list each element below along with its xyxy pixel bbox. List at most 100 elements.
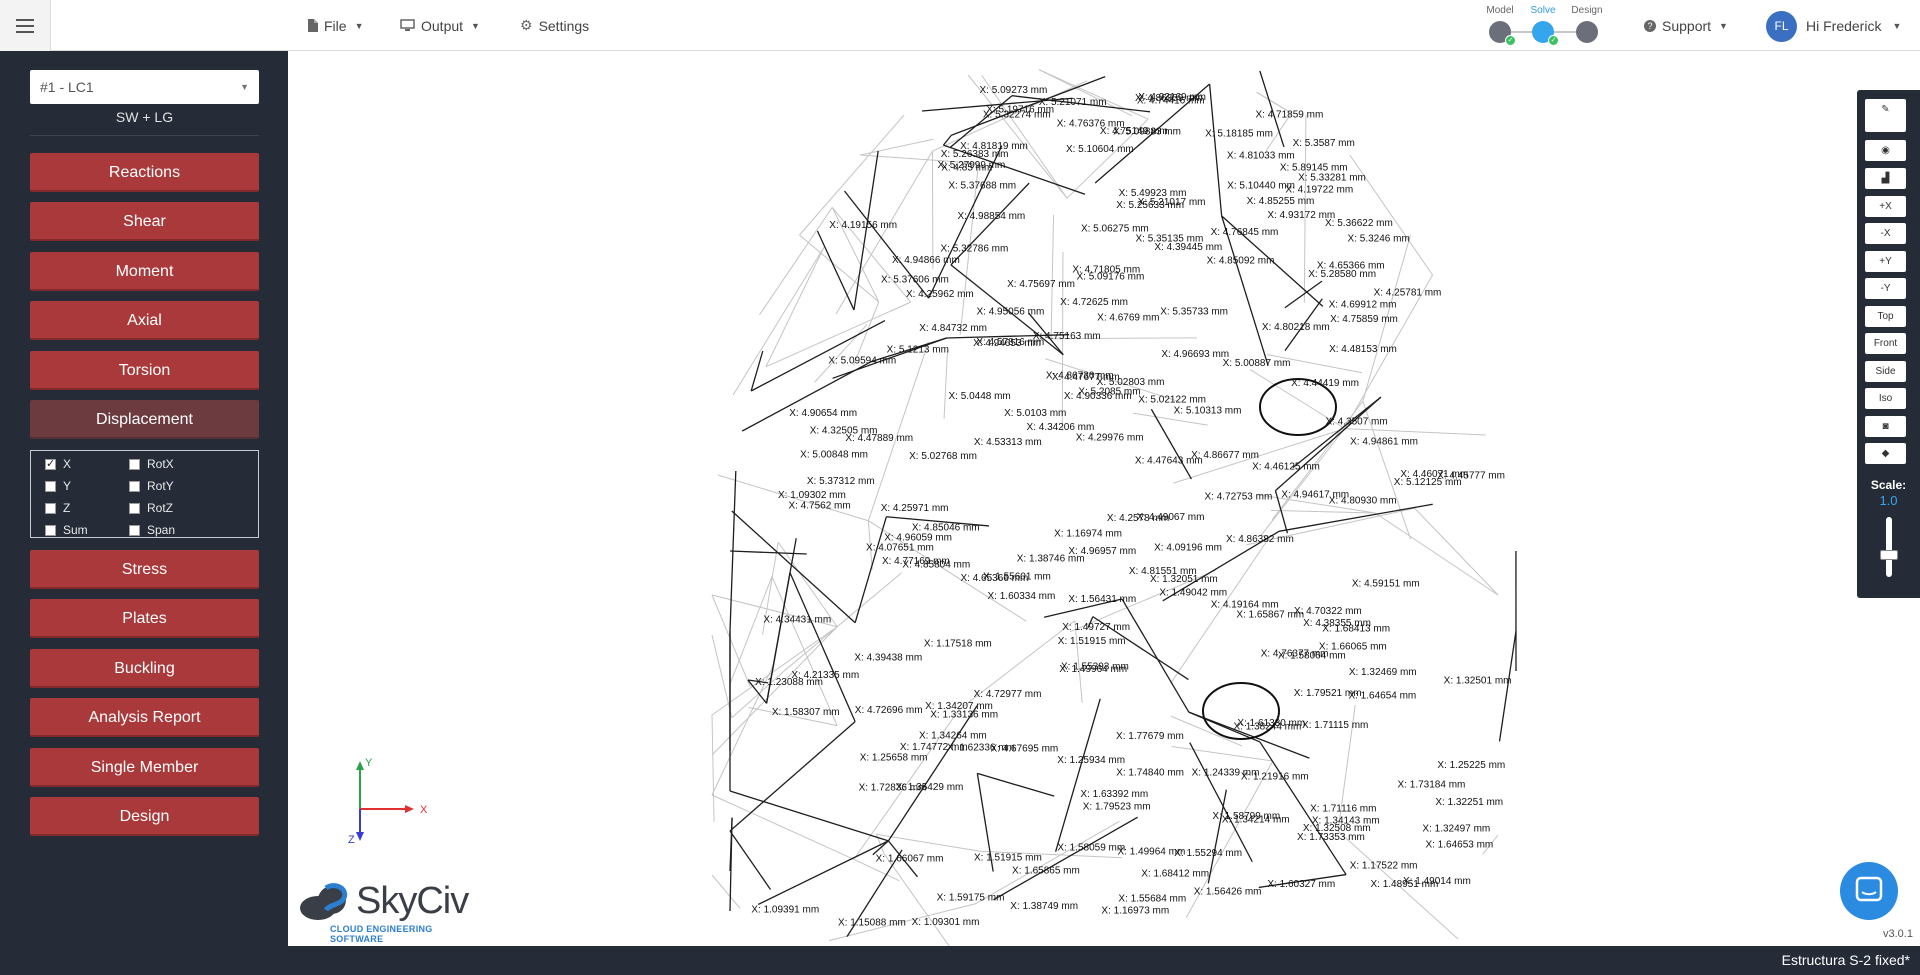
torsion-button[interactable]: Torsion — [30, 351, 259, 390]
member-line[interactable] — [854, 516, 888, 623]
member-line[interactable] — [741, 360, 872, 432]
displacement-label: X: 4.53313 mm — [974, 437, 1042, 448]
displacement-button[interactable]: Displacement — [30, 400, 259, 439]
member-line[interactable] — [1344, 428, 1486, 436]
member-line[interactable] — [765, 247, 825, 368]
checkbox-span[interactable]: Span — [129, 523, 175, 537]
stress-button[interactable]: Stress — [30, 550, 259, 589]
member-line[interactable] — [949, 95, 1013, 148]
checkbox-x[interactable]: X — [45, 457, 71, 471]
member-line[interactable] — [860, 138, 934, 156]
member-line[interactable] — [1207, 789, 1228, 884]
view-minus-x-button[interactable]: -X — [1865, 223, 1906, 244]
moment-button[interactable]: Moment — [30, 252, 259, 291]
structure-wireframe[interactable]: X: 5.09273 mmX: 4.93169 mmX: 4.86359 mmX… — [288, 51, 1920, 946]
member-line[interactable] — [711, 714, 715, 822]
member-line[interactable] — [1284, 280, 1323, 309]
member-line[interactable] — [1278, 503, 1433, 532]
member-line[interactable] — [931, 151, 934, 269]
view-front-button[interactable]: Front — [1865, 333, 1906, 354]
member-line[interactable] — [1414, 507, 1499, 596]
checkbox-z[interactable]: Z — [45, 501, 70, 515]
member-line[interactable] — [942, 134, 952, 146]
output-menu[interactable]: Output ▼ — [400, 0, 480, 51]
member-line[interactable] — [1208, 83, 1223, 216]
member-line[interactable] — [876, 833, 981, 852]
pencil-tool-button[interactable]: ✎ — [1865, 99, 1906, 132]
reactions-button[interactable]: Reactions — [30, 153, 259, 192]
hamburger-menu-icon[interactable] — [0, 0, 51, 51]
checkbox-y[interactable]: Y — [45, 479, 71, 493]
checkbox-rotx[interactable]: RotX — [129, 457, 174, 471]
checkbox-rotz[interactable]: RotZ — [129, 501, 173, 515]
member-line[interactable] — [1050, 214, 1055, 339]
3d-view-button[interactable]: ◆ — [1865, 443, 1906, 464]
member-line[interactable] — [771, 576, 838, 726]
visibility-button[interactable]: ◉ — [1865, 140, 1906, 161]
workflow-step-design[interactable]: Design — [1565, 4, 1609, 43]
checkbox-roty[interactable]: RotY — [129, 479, 174, 493]
view-top-button[interactable]: Top — [1865, 306, 1906, 327]
user-menu[interactable]: FL Hi Frederick ▼ — [1766, 10, 1901, 42]
view-iso-button[interactable]: Iso — [1865, 388, 1906, 409]
member-line[interactable] — [729, 721, 856, 832]
displacement-label: X: 1.32251 mm — [1435, 797, 1503, 808]
design-button[interactable]: Design — [30, 797, 259, 836]
member-line[interactable] — [731, 510, 856, 624]
workflow-step-solve[interactable]: Solve ✓ — [1521, 4, 1565, 46]
checkbox-sum[interactable]: Sum — [45, 523, 88, 537]
workflow-step-model[interactable]: Model ✓ — [1478, 4, 1522, 46]
shear-button[interactable]: Shear — [30, 202, 259, 241]
displacement-label: X: 4.81033 mm — [1227, 151, 1295, 162]
scale-slider-thumb[interactable] — [1880, 550, 1898, 560]
displacement-label: X: 4.80218 mm — [1262, 322, 1330, 333]
scale-slider-track[interactable] — [1886, 517, 1892, 577]
file-menu[interactable]: File ▼ — [307, 0, 363, 51]
single-member-button[interactable]: Single Member — [30, 748, 259, 787]
member-line[interactable] — [730, 550, 807, 555]
member-line[interactable] — [816, 230, 855, 311]
buckling-button[interactable]: Buckling — [30, 649, 259, 688]
view-minus-y-button[interactable]: -Y — [1865, 278, 1906, 299]
displacement-label: X: 1.66067 mm — [876, 853, 944, 864]
member-line[interactable] — [1221, 215, 1269, 366]
member-line[interactable] — [1121, 598, 1190, 713]
chart-view-button[interactable]: ▟ — [1865, 168, 1906, 189]
member-line[interactable] — [729, 790, 889, 842]
view-plus-x-button[interactable]: +X — [1865, 196, 1906, 217]
analysis-report-button[interactable]: Analysis Report — [30, 698, 259, 737]
member-line[interactable] — [977, 772, 1055, 797]
member-line[interactable] — [1054, 698, 1101, 852]
member-line[interactable] — [887, 705, 978, 842]
axial-button[interactable]: Axial — [30, 301, 259, 340]
member-line[interactable] — [757, 840, 889, 906]
plates-button[interactable]: Plates — [30, 599, 259, 638]
member-line[interactable] — [732, 247, 825, 396]
member-line[interactable] — [943, 351, 948, 419]
displacement-label: X: 4.84732 mm — [919, 323, 987, 334]
screenshot-button[interactable]: ◙ — [1865, 416, 1906, 437]
chat-button[interactable] — [1840, 862, 1898, 920]
load-combo-select[interactable]: #1 - LC1 ▼ — [30, 70, 259, 104]
member-line[interactable] — [1171, 746, 1273, 762]
view-plus-y-button[interactable]: +Y — [1865, 251, 1906, 272]
member-line[interactable] — [711, 626, 838, 756]
member-line[interactable] — [789, 572, 856, 722]
member-line[interactable] — [729, 830, 772, 890]
settings-menu[interactable]: ⚙ Settings — [520, 0, 589, 51]
member-line[interactable] — [711, 794, 855, 860]
member-line[interactable] — [799, 114, 905, 236]
member-line[interactable] — [1189, 742, 1253, 863]
member-line[interactable] — [1260, 428, 1346, 536]
member-line[interactable] — [729, 576, 773, 685]
view-side-button[interactable]: Side — [1865, 361, 1906, 382]
member-line[interactable] — [758, 207, 833, 316]
chat-icon — [1855, 876, 1883, 902]
member-line[interactable] — [711, 874, 741, 909]
member-line[interactable] — [1038, 69, 1149, 120]
displacement-label: X: 1.51915 mm — [1058, 636, 1126, 647]
support-menu[interactable]: ? Support ▼ — [1644, 0, 1728, 51]
model-viewport[interactable]: X: 5.09273 mm X: 4.93169 mm X: 4.86359 mm X… — [288, 51, 1920, 946]
member-line[interactable] — [711, 634, 733, 718]
displacement-label: X: 1.64653 mm — [1425, 839, 1493, 850]
